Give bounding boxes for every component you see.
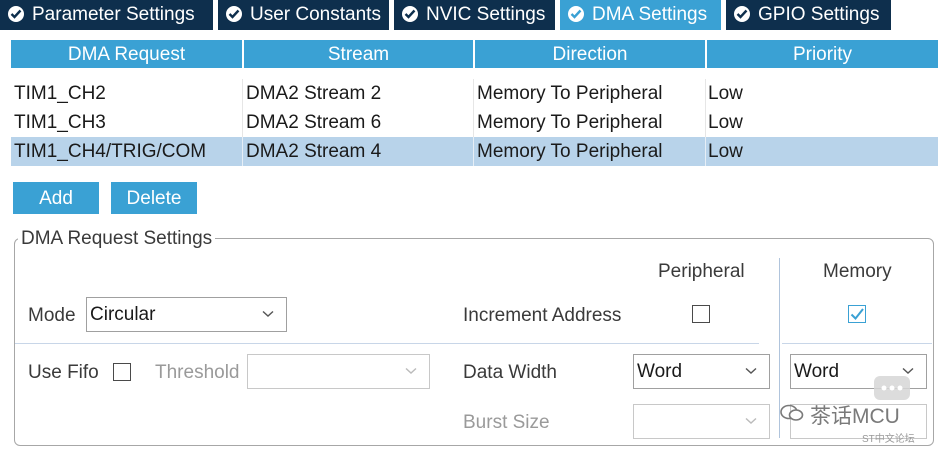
tab-label: NVIC Settings — [426, 4, 546, 25]
mode-select[interactable]: Circular — [86, 297, 287, 332]
tab-label: User Constants — [250, 4, 381, 25]
data-width-peripheral-select[interactable]: Word — [633, 354, 770, 389]
table-row-selected[interactable]: TIM1_CH4/TRIG/COM DMA2 Stream 4 Memory T… — [11, 137, 938, 166]
cell-stream: DMA2 Stream 2 — [246, 83, 382, 104]
watermark: 茶话MCU ST中文论坛 — [776, 376, 936, 448]
row-divider — [15, 343, 759, 344]
delete-button[interactable]: Delete — [111, 182, 197, 214]
group-title: DMA Request Settings — [18, 228, 216, 250]
check-circle-icon — [8, 6, 24, 22]
data-width-label: Data Width — [463, 362, 557, 383]
cell-stream: DMA2 Stream 6 — [246, 112, 382, 133]
burst-size-label: Burst Size — [463, 412, 550, 433]
cell-direction: Memory To Peripheral — [477, 83, 663, 104]
cell-priority: Low — [708, 83, 743, 104]
check-circle-icon — [734, 6, 750, 22]
tab-nvic-settings[interactable]: NVIC Settings — [394, 0, 555, 30]
cell-direction: Memory To Peripheral — [477, 112, 663, 133]
wechat-icon — [780, 404, 804, 421]
column-header-stream[interactable]: Stream — [244, 40, 473, 68]
table-row[interactable]: TIM1_CH3 DMA2 Stream 6 Memory To Periphe… — [11, 108, 938, 137]
check-circle-icon — [226, 6, 242, 22]
chevron-down-icon — [405, 367, 417, 374]
cell-dma-request: TIM1_CH3 — [14, 112, 106, 133]
use-fifo-checkbox[interactable] — [113, 363, 131, 381]
column-header-direction[interactable]: Direction — [475, 40, 705, 68]
increment-address-label: Increment Address — [463, 305, 622, 326]
increment-memory-checkbox[interactable] — [848, 305, 866, 323]
tab-label: GPIO Settings — [758, 4, 880, 25]
tab-user-constants[interactable]: User Constants — [218, 0, 389, 30]
add-button[interactable]: Add — [13, 182, 99, 214]
cell-direction: Memory To Peripheral — [477, 141, 663, 162]
mode-value: Circular — [90, 304, 156, 325]
checkmark-icon — [850, 308, 864, 321]
cell-priority: Low — [708, 141, 743, 162]
threshold-select[interactable] — [247, 354, 430, 389]
tab-dma-settings[interactable]: DMA Settings — [560, 0, 721, 30]
threshold-label: Threshold — [155, 362, 240, 383]
column-header-dma-request[interactable]: DMA Request — [11, 40, 242, 68]
cell-priority: Low — [708, 112, 743, 133]
tab-parameter-settings[interactable]: Parameter Settings — [0, 0, 213, 30]
burst-size-peripheral-select[interactable] — [633, 404, 770, 439]
use-fifo-label: Use Fifo — [28, 362, 99, 383]
watermark-subtext: ST中文论坛 — [862, 434, 915, 445]
tab-gpio-settings[interactable]: GPIO Settings — [726, 0, 891, 30]
tab-label: DMA Settings — [592, 4, 708, 25]
mode-label: Mode — [28, 305, 76, 326]
cell-stream: DMA2 Stream 4 — [246, 141, 382, 162]
check-circle-icon — [568, 6, 584, 22]
watermark-text: 茶话MCU — [810, 405, 900, 428]
chevron-down-icon — [745, 367, 757, 374]
increment-peripheral-checkbox[interactable] — [692, 305, 710, 323]
data-width-peripheral-value: Word — [637, 361, 683, 382]
table-row[interactable]: TIM1_CH2 DMA2 Stream 2 Memory To Periphe… — [11, 79, 938, 108]
column-header-priority[interactable]: Priority — [707, 40, 938, 68]
row-divider — [782, 343, 932, 344]
table-header: DMA Request Stream Direction Priority — [11, 40, 938, 68]
memory-column-label: Memory — [823, 261, 892, 282]
peripheral-column-label: Peripheral — [658, 261, 745, 282]
cell-dma-request: TIM1_CH2 — [14, 83, 106, 104]
chevron-down-icon — [262, 310, 274, 317]
tab-label: Parameter Settings — [32, 4, 195, 25]
tab-bar: Parameter Settings User Constants NVIC S… — [0, 0, 940, 30]
data-width-memory-value: Word — [794, 361, 840, 382]
check-circle-icon — [402, 6, 418, 22]
cell-dma-request: TIM1_CH4/TRIG/COM — [14, 141, 207, 162]
chevron-down-icon — [745, 417, 757, 424]
